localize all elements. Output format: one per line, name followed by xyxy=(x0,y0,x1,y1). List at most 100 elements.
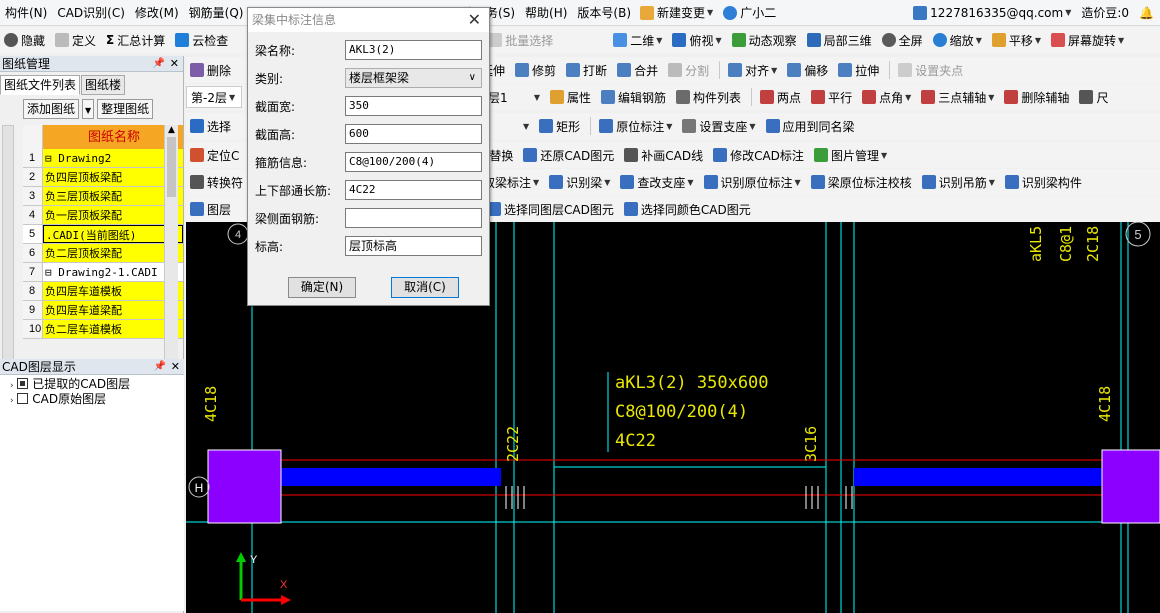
menu-modify[interactable]: 修改(M) xyxy=(130,0,184,25)
side-rebar-input[interactable] xyxy=(345,208,482,228)
drawing-name-cell[interactable]: ⊟ Drawing2 xyxy=(43,149,183,167)
menu-component[interactable]: 构件(N) xyxy=(0,0,52,25)
check-support-button[interactable]: 查改支座 ▼ xyxy=(616,171,697,193)
delete-button[interactable]: 删除 xyxy=(186,59,235,81)
tab-drawing-floor[interactable]: 图纸楼 xyxy=(81,75,126,95)
three-point-axis-button[interactable]: 三点辅轴 ▼ xyxy=(917,86,998,108)
trim-button[interactable]: 修剪 xyxy=(511,59,560,81)
offset-button[interactable]: 偏移 xyxy=(783,59,832,81)
section-width-input[interactable]: 350 xyxy=(345,96,482,116)
close-icon[interactable]: ✕ xyxy=(468,8,481,32)
top-view-button[interactable]: 俯视 ▼ xyxy=(668,29,725,51)
menu-version[interactable]: 版本号(B) xyxy=(572,0,636,25)
table-row[interactable]: 1 ⊟ Drawing2 xyxy=(23,149,183,168)
beam-annotation[interactable]: aKL3(2) 350x600 C8@100/200(4) 4C22 xyxy=(615,373,769,451)
stirrup-input[interactable]: C8@100/200(4) xyxy=(345,152,482,172)
recognize-in-situ-button[interactable]: 识别原位标注 ▼ xyxy=(700,171,805,193)
drawing-name-cell[interactable]: ⊟ Drawing2-1.CADI xyxy=(43,263,183,281)
select-button[interactable]: 选择 xyxy=(186,115,235,137)
chevron-right-icon[interactable]: › xyxy=(10,396,14,406)
parallel-button[interactable]: 平行 xyxy=(807,86,856,108)
assistant-button[interactable]: 广小二 xyxy=(719,2,780,24)
dimension-button[interactable]: 尺 xyxy=(1075,86,1112,108)
layer-select[interactable]: 层1 ▼ xyxy=(484,86,544,108)
screen-rotate-button[interactable]: 屏幕旋转 ▼ xyxy=(1047,29,1128,51)
table-row[interactable]: 9 负四层车道梁配 xyxy=(23,301,183,320)
two-point-button[interactable]: 两点 xyxy=(756,86,805,108)
table-row[interactable]: 5 .CADI(当前图纸) xyxy=(23,225,183,244)
drawing-name-cell[interactable]: 负四层顶板梁配 xyxy=(43,168,183,186)
draw-dropdown[interactable]: ▼ xyxy=(517,115,533,137)
category-select[interactable]: 楼层框架梁 ∨ xyxy=(345,68,482,88)
recognize-hanger-button[interactable]: 识别吊筋 ▼ xyxy=(918,171,999,193)
recognize-beam-button[interactable]: 识别梁 ▼ xyxy=(545,171,614,193)
hide-button[interactable]: 隐藏 xyxy=(0,29,49,51)
recognize-beam-component-button[interactable]: 识别梁构件 xyxy=(1001,171,1086,193)
beam-blue-right[interactable] xyxy=(854,468,1102,486)
layer-item-extracted[interactable]: › 已提取的CAD图层 xyxy=(0,377,184,392)
drawing-name-cell[interactable]: 负三层顶板梁配 xyxy=(43,187,183,205)
pan-button[interactable]: 平移 ▼ xyxy=(988,29,1045,51)
scroll-thumb[interactable] xyxy=(167,137,176,197)
orbit-button[interactable]: 动态观察 xyxy=(728,29,801,51)
batch-select-button[interactable]: 批量选择 xyxy=(484,29,557,51)
elevation-input[interactable]: 层顶标高 xyxy=(345,236,482,256)
break-button[interactable]: 打断 xyxy=(562,59,611,81)
zoom-button[interactable]: 缩放 ▼ xyxy=(929,29,986,51)
table-row[interactable]: 4 负一层顶板梁配 xyxy=(23,206,183,225)
through-rebar-input[interactable]: 4C22 xyxy=(345,180,482,200)
merge-button[interactable]: 合并 xyxy=(613,59,662,81)
image-manage-button[interactable]: 图片管理 ▼ xyxy=(810,144,891,166)
stretch-button[interactable]: 拉伸 xyxy=(834,59,883,81)
cancel-button[interactable]: 取消(C) xyxy=(391,277,459,298)
notification-icon[interactable]: 🔔 xyxy=(1135,2,1158,24)
drawing-name-cell[interactable]: .CADI(当前图纸) xyxy=(43,225,183,243)
table-row[interactable]: 3 负三层顶板梁配 xyxy=(23,187,183,206)
drawing-name-cell[interactable]: 负四层车道梁配 xyxy=(43,301,183,319)
chevron-right-icon[interactable]: › xyxy=(10,381,14,391)
pin-icon[interactable]: 📌 xyxy=(154,359,166,375)
checkbox-unchecked[interactable] xyxy=(17,393,29,404)
table-row[interactable]: 7 ⊟ Drawing2-1.CADI xyxy=(23,263,183,282)
properties-button[interactable]: 属性 xyxy=(546,86,595,108)
column-left[interactable] xyxy=(207,449,282,524)
modify-cad-annotation-button[interactable]: 修改CAD标注 xyxy=(709,144,808,166)
restore-cad-button[interactable]: 还原CAD图元 xyxy=(519,144,618,166)
set-grip-button[interactable]: 设置夹点 xyxy=(894,59,967,81)
add-drawing-button[interactable]: 添加图纸 xyxy=(23,99,80,119)
select-same-color-button[interactable]: 选择同颜色CAD图元 xyxy=(620,198,755,220)
drawing-name-cell[interactable]: 负二层顶板梁配 xyxy=(43,244,183,262)
layer-item-original[interactable]: › CAD原始图层 xyxy=(0,392,184,407)
table-row[interactable]: 6 负二层顶板梁配 xyxy=(23,244,183,263)
grid-scroll-left[interactable] xyxy=(2,125,14,365)
menu-help[interactable]: 帮助(H) xyxy=(520,0,572,25)
account-button[interactable]: 1227816335@qq.com ▼ xyxy=(909,2,1075,24)
set-support-button[interactable]: 设置支座 ▼ xyxy=(678,115,759,137)
ok-button[interactable]: 确定(N) xyxy=(288,277,356,298)
tab-drawing-file-list[interactable]: 图纸文件列表 xyxy=(0,75,81,95)
local-3d-button[interactable]: 局部三维 xyxy=(803,29,876,51)
component-list-button[interactable]: 构件列表 xyxy=(672,86,745,108)
beam-name-input[interactable]: AKL3(2) xyxy=(345,40,482,60)
locate-button[interactable]: 定位C xyxy=(186,144,243,166)
sort-drawing-button[interactable]: 整理图纸 xyxy=(97,99,154,119)
column-header-drawing-name[interactable]: 图纸名称 xyxy=(43,125,183,149)
split-button[interactable]: 分割 xyxy=(664,59,713,81)
dialog-titlebar[interactable]: 梁集中标注信息 ✕ xyxy=(248,8,489,32)
table-row[interactable]: 8 负四层车道模板 xyxy=(23,282,183,301)
menu-cad-recognize[interactable]: CAD识别(C) xyxy=(52,0,130,25)
close-icon[interactable]: ✕ xyxy=(171,359,180,375)
apply-same-beam-button[interactable]: 应用到同名梁 xyxy=(762,115,859,137)
beam-blue-left[interactable] xyxy=(281,468,501,486)
align-button[interactable]: 对齐 ▼ xyxy=(724,59,781,81)
select-same-layer-button[interactable]: 选择同图层CAD图元 xyxy=(483,198,618,220)
table-row[interactable]: 10 负二层车道模板 xyxy=(23,320,183,339)
edit-rebar-button[interactable]: 编辑钢筋 xyxy=(597,86,670,108)
floor-select[interactable]: 第-2层 ▼ xyxy=(186,86,242,108)
layer-button[interactable]: 图层 xyxy=(186,198,235,220)
convert-symbol-button[interactable]: 转换符 xyxy=(186,171,247,193)
cloud-check-button[interactable]: 云检查 xyxy=(171,29,232,51)
pin-icon[interactable]: 📌 xyxy=(153,56,165,72)
beam-annotation-check-button[interactable]: 梁原位标注校核 xyxy=(807,171,916,193)
section-height-input[interactable]: 600 xyxy=(345,124,482,144)
